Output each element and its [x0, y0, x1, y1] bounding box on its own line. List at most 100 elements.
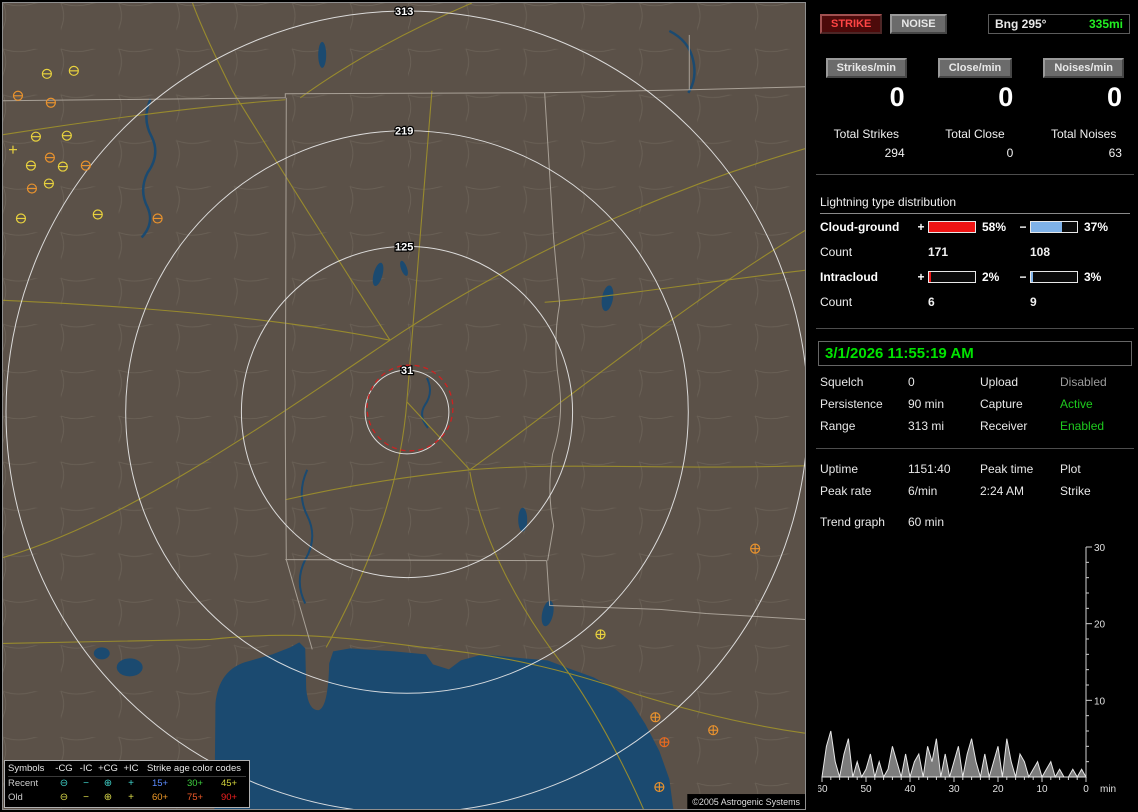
y-tick-label: 10 — [1094, 696, 1106, 707]
x-tick-label: 60 — [818, 784, 828, 795]
recent-neg-cg-icon: ⊖ — [59, 778, 69, 789]
cg-negative-bar — [1030, 220, 1078, 233]
total-close-label: Total Close — [945, 127, 1005, 141]
uptime-value: 1151:40 — [908, 462, 951, 476]
distribution-title: Lightning type distribution — [820, 195, 1130, 214]
legend-row-old-label: Old — [8, 792, 23, 803]
divider — [816, 448, 1134, 449]
nexstorm-app: { "window": { "copyright": "©2005 Astrog… — [0, 0, 1138, 812]
noises-per-min-button[interactable]: Noises/min — [1043, 58, 1124, 78]
strikes-per-min-value: 0 — [889, 82, 905, 112]
ic-positive-count: 6 — [928, 294, 935, 309]
x-tick-label: 20 — [992, 784, 1004, 795]
upload-label: Upload — [980, 375, 1019, 389]
map-canvas[interactable]: 313 219 125 31 ©2005 Astrogenic Systems — [3, 3, 805, 809]
noise-mode-button[interactable]: NOISE — [890, 14, 947, 34]
trend-graph: 10 20 30 0 10 20 30 40 50 60 min — [818, 543, 1116, 795]
lightning-map[interactable]: 313 219 125 31 ©2005 Astrogenic Systems … — [2, 2, 806, 810]
strike-symbol-cp — [595, 629, 606, 640]
old-neg-cg-icon: ⊖ — [59, 792, 69, 803]
datetime-display: 3/1/2026 11:55:19 AM — [818, 341, 1132, 366]
top-controls: STRIKE NOISE Bng 295° 335mi — [820, 14, 1130, 34]
bearing-value: Bng 295° — [995, 17, 1047, 31]
close-per-min-value: 0 — [998, 82, 1014, 112]
strikes-per-min-button[interactable]: Strikes/min — [825, 58, 907, 78]
total-close-value: 0 — [1006, 146, 1014, 160]
capture-status: Active — [1060, 397, 1093, 411]
legend-title: Symbols — [8, 762, 52, 777]
total-noises-value: 63 — [1108, 146, 1122, 160]
x-tick-label: 10 — [1036, 784, 1048, 795]
range-label: Range — [820, 419, 856, 433]
strike-symbol-cp — [708, 725, 719, 736]
strike-symbol-cp — [659, 737, 670, 748]
x-axis-unit-label: min — [1100, 784, 1116, 795]
range-value: 313 mi — [908, 419, 945, 433]
symbol-legend: Symbols -CG -IC +CG +IC Strike age color… — [4, 760, 250, 808]
legend-col-neg-ic: -IC — [76, 762, 96, 777]
cloud-ground-count-row: Count 171 108 — [820, 239, 1130, 264]
old-neg-ic-icon: − — [83, 792, 89, 803]
peak-rate-label: Peak rate — [820, 484, 872, 498]
settings-grid: Squelch 0 Upload Disabled Persistence 90… — [820, 374, 1138, 434]
squelch-value: 0 — [908, 375, 915, 389]
ring-label-313: 313 — [395, 6, 413, 18]
recent-pos-ic-icon: + — [128, 778, 134, 789]
ic-positive-bar — [928, 270, 976, 283]
plot-mode-value: Strike — [1060, 484, 1091, 498]
ic-negative-pct: 3% — [1084, 269, 1102, 284]
cg-positive-pct: 58% — [982, 219, 1007, 234]
peak-time-label: Peak time — [980, 462, 1034, 476]
strike-mode-button[interactable]: STRIKE — [820, 14, 883, 34]
ring-label-125: 125 — [395, 241, 413, 253]
strike-symbol-cp — [750, 543, 761, 554]
intracloud-count-row: Count 6 9 — [820, 289, 1130, 314]
trend-window-value: 60 min — [908, 515, 945, 529]
plus-sign: + — [917, 269, 925, 284]
age-code-15: 15+ — [151, 778, 169, 789]
squelch-label: Squelch — [820, 375, 864, 389]
x-tick-label: 40 — [904, 784, 916, 795]
legend-col-pos-cg: +CG — [96, 762, 120, 777]
age-code-30: 30+ — [186, 778, 204, 789]
uptime-label: Uptime — [820, 462, 859, 476]
total-strikes-label: Total Strikes — [833, 127, 899, 141]
receiver-status: Enabled — [1060, 419, 1105, 433]
x-tick-label: 50 — [860, 784, 872, 795]
distance-value: 335mi — [1088, 17, 1123, 31]
bearing-readout: Bng 295° 335mi — [988, 14, 1130, 34]
legend-col-pos-ic: +IC — [120, 762, 142, 777]
age-code-75: 75+ — [186, 792, 204, 803]
age-code-90: 90+ — [220, 792, 238, 803]
copyright-text: ©2005 Astrogenic Systems — [692, 797, 800, 807]
recent-pos-cg-icon: ⊕ — [103, 778, 113, 789]
close-per-min-button[interactable]: Close/min — [937, 58, 1013, 78]
cloud-ground-row: Cloud-ground + 58% − 37% — [820, 214, 1130, 239]
total-strikes-value: 294 — [884, 146, 905, 160]
intracloud-label: Intracloud — [820, 269, 879, 284]
persistence-value: 90 min — [908, 397, 945, 411]
intracloud-row: Intracloud + 2% − 3% — [820, 264, 1130, 289]
legend-age-header: Strike age color codes — [142, 762, 246, 777]
ic-negative-count: 9 — [1030, 294, 1037, 309]
plot-label: Plot — [1060, 462, 1081, 476]
cg-negative-count: 108 — [1030, 244, 1051, 259]
lightning-distribution: Lightning type distribution Cloud-ground… — [820, 195, 1130, 314]
ring-label-219: 219 — [395, 126, 413, 138]
uptime-stats-grid: Uptime 1151:40 Peak time Plot Peak rate … — [820, 461, 1138, 499]
cg-negative-pct: 37% — [1084, 219, 1109, 234]
noises-per-min-value: 0 — [1106, 82, 1122, 112]
strike-symbol-cp — [650, 712, 661, 723]
trend-series — [821, 730, 1087, 779]
map-copyright: ©2005 Astrogenic Systems — [687, 794, 805, 809]
legend-col-neg-cg: -CG — [52, 762, 76, 777]
recent-neg-ic-icon: − — [83, 778, 89, 789]
age-code-45: 45+ — [220, 778, 238, 789]
cg-positive-count: 171 — [928, 244, 949, 259]
upload-status: Disabled — [1060, 375, 1107, 389]
peak-rate-value: 6/min — [908, 484, 938, 498]
ic-negative-bar — [1030, 270, 1078, 283]
rate-counters: Strikes/min 0 Total Strikes 294 Close/mi… — [812, 58, 1138, 160]
divider — [816, 174, 1134, 175]
cloud-ground-label: Cloud-ground — [820, 219, 900, 234]
